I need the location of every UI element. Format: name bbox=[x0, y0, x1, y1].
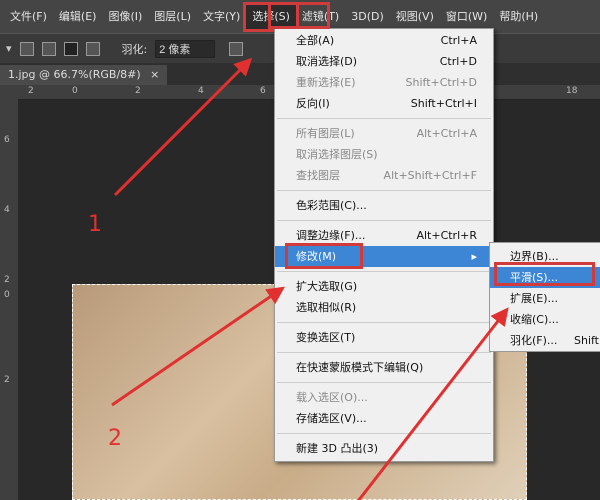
arrow-2 bbox=[111, 286, 285, 407]
arrow-3 bbox=[356, 307, 509, 500]
annotation-number-2: 2 bbox=[108, 426, 122, 451]
annotation-arrows bbox=[111, 57, 509, 500]
annotation-number-1: 1 bbox=[88, 212, 102, 237]
arrow-1 bbox=[113, 57, 253, 197]
